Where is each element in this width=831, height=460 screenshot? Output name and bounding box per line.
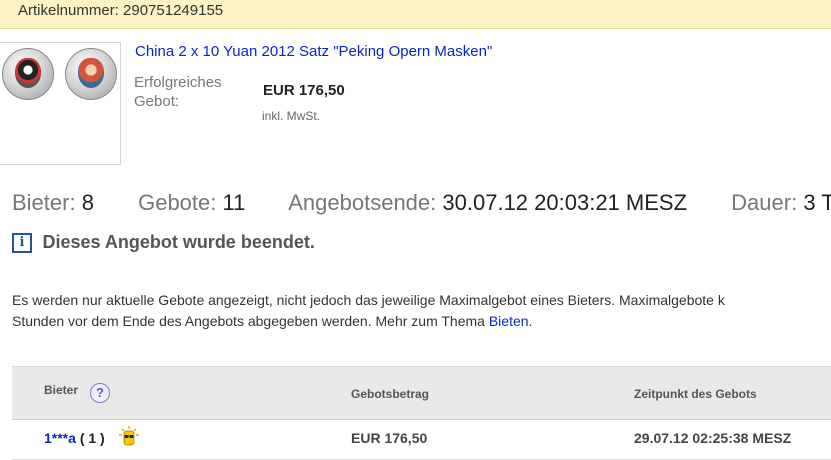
- item-number-bar: Artikelnummer: 290751249155: [0, 0, 831, 29]
- tax-note: inkl. MwSt.: [262, 109, 321, 123]
- bid-info-text: Es werden nur aktuelle Gebote angezeigt,…: [12, 290, 831, 332]
- item-title-link[interactable]: China 2 x 10 Yuan 2012 Satz "Peking Oper…: [135, 43, 492, 60]
- bidder-score[interactable]: ( 1 ): [80, 430, 105, 446]
- end-label: Angebotsende:: [288, 190, 437, 215]
- end-time: 30.07.12 20:03:21 MESZ: [442, 190, 688, 215]
- header-bidder: Bieter: [44, 383, 79, 397]
- coin-image-left: [2, 48, 54, 100]
- table-row: 1***a ( 1 ) EUR 176,50 29.07.12 02:25:38…: [12, 419, 831, 460]
- bidders-count: 8: [81, 190, 94, 215]
- winning-price: EUR 176,50: [263, 82, 345, 99]
- bidders-label: Bieter:: [12, 190, 76, 215]
- duration-label: Dauer:: [731, 190, 798, 215]
- question-mark-icon[interactable]: ?: [90, 383, 110, 403]
- item-number-label: Artikelnummer: 290751249155: [18, 2, 224, 19]
- info-line-2-end: .: [528, 313, 533, 329]
- info-line-2: Stunden vor dem Ende des Angebots abgege…: [12, 313, 489, 329]
- auction-stats: Bieter: 8 Gebote: 11 Angebotsende: 30.07…: [12, 190, 831, 216]
- header-amount: Gebotsbetrag: [351, 387, 430, 401]
- coin-image-right: [65, 48, 117, 100]
- ended-notice: i Dieses Angebot wurde beendet.: [12, 232, 315, 253]
- bidder-name[interactable]: 1***a ( 1 ): [44, 430, 105, 446]
- bid-table-header: Bieter ? Gebotsbetrag Zeitpunkt des Gebo…: [12, 366, 831, 420]
- bid-time: 29.07.12 02:25:38 MESZ: [634, 430, 792, 446]
- bid-amount: EUR 176,50: [351, 430, 428, 446]
- status-label: Erfolgreiches Gebot:: [134, 74, 222, 110]
- bidder-id[interactable]: 1***a: [44, 430, 76, 446]
- new-member-sunglasses-icon: [119, 426, 139, 446]
- bieten-link[interactable]: Bieten: [489, 313, 529, 329]
- info-line-1: Es werden nur aktuelle Gebote angezeigt,…: [12, 292, 725, 308]
- info-icon: i: [12, 233, 32, 253]
- ended-message: Dieses Angebot wurde beendet.: [42, 232, 315, 252]
- duration-value: 3 Ta: [803, 190, 831, 215]
- bids-label: Gebote:: [138, 190, 217, 215]
- item-thumbnail[interactable]: [0, 42, 121, 165]
- header-time: Zeitpunkt des Gebots: [634, 387, 757, 401]
- bids-count: 11: [222, 190, 246, 215]
